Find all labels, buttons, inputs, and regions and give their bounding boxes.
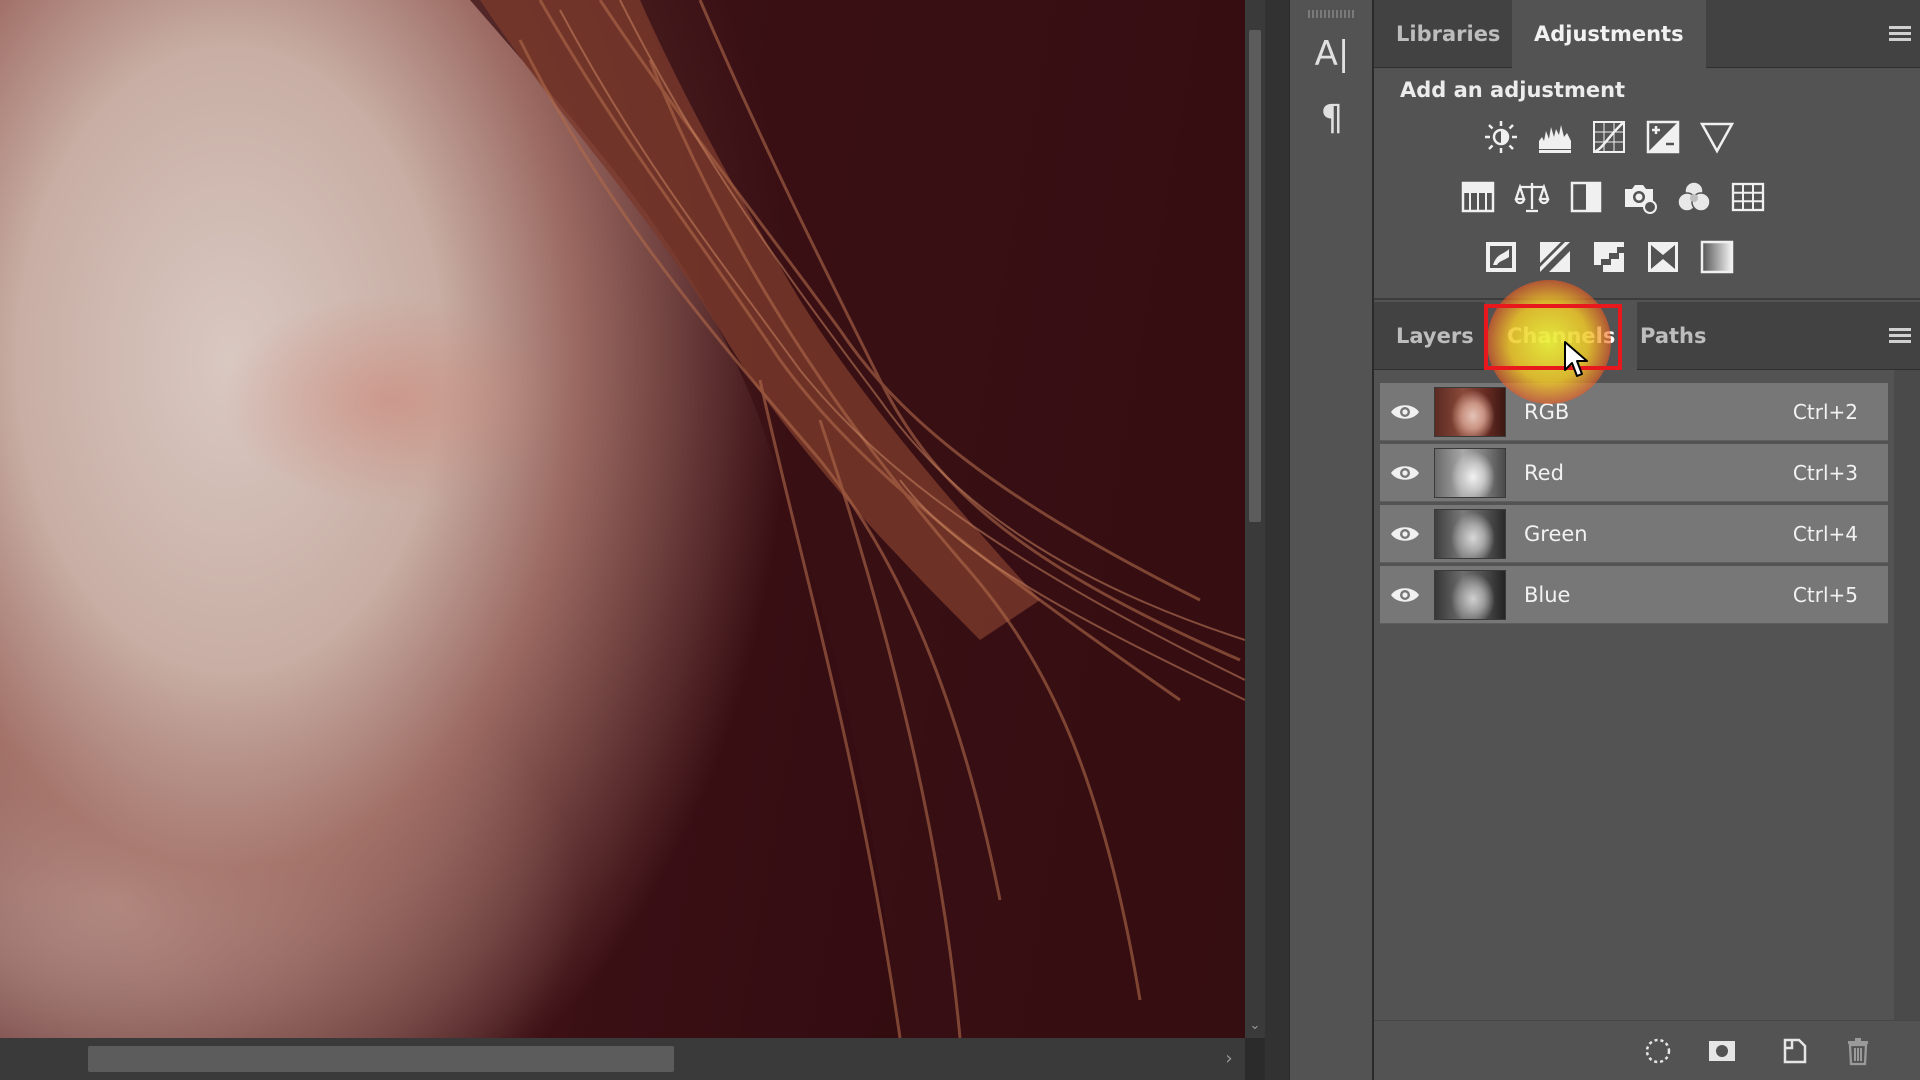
photo-filter-icon[interactable] [1620,177,1660,217]
paragraph-icon[interactable]: ¶ [1290,98,1374,139]
channel-shortcut: Ctrl+2 [1792,400,1858,424]
channel-thumbnail [1434,509,1506,559]
new-channel-icon[interactable] [1776,1033,1812,1069]
document-canvas[interactable] [0,0,1245,1038]
collapsed-panel-strip: A| ¶ [1289,0,1373,1080]
channel-mixer-icon[interactable] [1674,177,1714,217]
visibility-eye-icon[interactable] [1388,519,1422,549]
channel-thumbnail [1434,448,1506,498]
channel-row-rgb[interactable]: RGB Ctrl+2 [1380,383,1888,441]
channel-thumbnail [1434,570,1506,620]
posterize-icon[interactable] [1535,237,1575,277]
curves-icon[interactable] [1589,117,1629,157]
channel-name: Red [1524,461,1564,485]
channel-name: Green [1524,522,1588,546]
tab-libraries[interactable]: Libraries [1374,0,1522,68]
threshold-icon[interactable] [1589,237,1629,277]
channels-list: RGB Ctrl+2 Red Ctrl+3 Green Ctrl+4 Blue … [1374,370,1920,1020]
color-lookup-icon[interactable] [1728,177,1768,217]
right-panel-dock: Libraries Adjustments Add an adjustment [1373,0,1920,1080]
visibility-eye-icon[interactable] [1388,397,1422,427]
adjustments-title: Add an adjustment [1400,78,1626,102]
tab-paths[interactable]: Paths [1618,302,1729,370]
horizontal-scroll-thumb[interactable] [88,1046,674,1072]
adjustments-body: Add an adjustment [1374,68,1920,300]
visibility-eye-icon[interactable] [1388,580,1422,610]
save-selection-icon[interactable] [1704,1033,1740,1069]
vibrance-icon[interactable] [1697,117,1737,157]
panel-menu-icon[interactable] [1887,24,1913,44]
exposure-icon[interactable] [1643,117,1683,157]
channels-footer [1374,1020,1920,1080]
channel-shortcut: Ctrl+5 [1792,583,1858,607]
adjustments-tab-bar: Libraries Adjustments [1374,0,1920,68]
channel-shortcut: Ctrl+4 [1792,522,1858,546]
photo-hair-strands [470,0,1245,1038]
tab-channels[interactable]: Channels [1485,302,1638,370]
vertical-scroll-thumb[interactable] [1249,30,1261,522]
black-white-icon[interactable] [1566,177,1606,217]
channel-name: RGB [1524,400,1570,424]
canvas-vertical-scrollbar[interactable]: ⌄ [1245,0,1265,1038]
color-balance-icon[interactable] [1512,177,1552,217]
channels-scrollbar[interactable] [1894,370,1920,1020]
trash-icon[interactable] [1840,1033,1876,1069]
invert-icon[interactable] [1481,237,1521,277]
visibility-eye-icon[interactable] [1388,458,1422,488]
canvas-horizontal-scrollbar[interactable]: › [0,1038,1245,1080]
panel-dock-gap [1265,0,1289,1080]
selective-color-icon[interactable] [1643,237,1683,277]
channel-name: Blue [1524,583,1571,607]
scroll-down-icon[interactable]: ⌄ [1245,1014,1265,1038]
channel-row-blue[interactable]: Blue Ctrl+5 [1380,566,1888,624]
scroll-right-icon[interactable]: › [1219,1038,1239,1080]
channel-thumbnail [1434,387,1506,437]
character-icon[interactable]: A| [1290,34,1374,74]
hue-saturation-icon[interactable] [1458,177,1498,217]
panel-menu-icon[interactable] [1887,326,1913,346]
channel-shortcut: Ctrl+3 [1792,461,1858,485]
levels-icon[interactable] [1535,117,1575,157]
gradient-map-icon[interactable] [1697,237,1737,277]
load-selection-icon[interactable] [1640,1033,1676,1069]
channel-row-red[interactable]: Red Ctrl+3 [1380,444,1888,502]
channels-tab-bar: Layers Channels Paths [1374,302,1920,370]
channel-row-green[interactable]: Green Ctrl+4 [1380,505,1888,563]
brightness-contrast-icon[interactable] [1481,117,1521,157]
strip-grip-handle[interactable] [1308,10,1354,18]
tab-layers[interactable]: Layers [1374,302,1496,370]
tab-adjustments[interactable]: Adjustments [1512,0,1706,68]
